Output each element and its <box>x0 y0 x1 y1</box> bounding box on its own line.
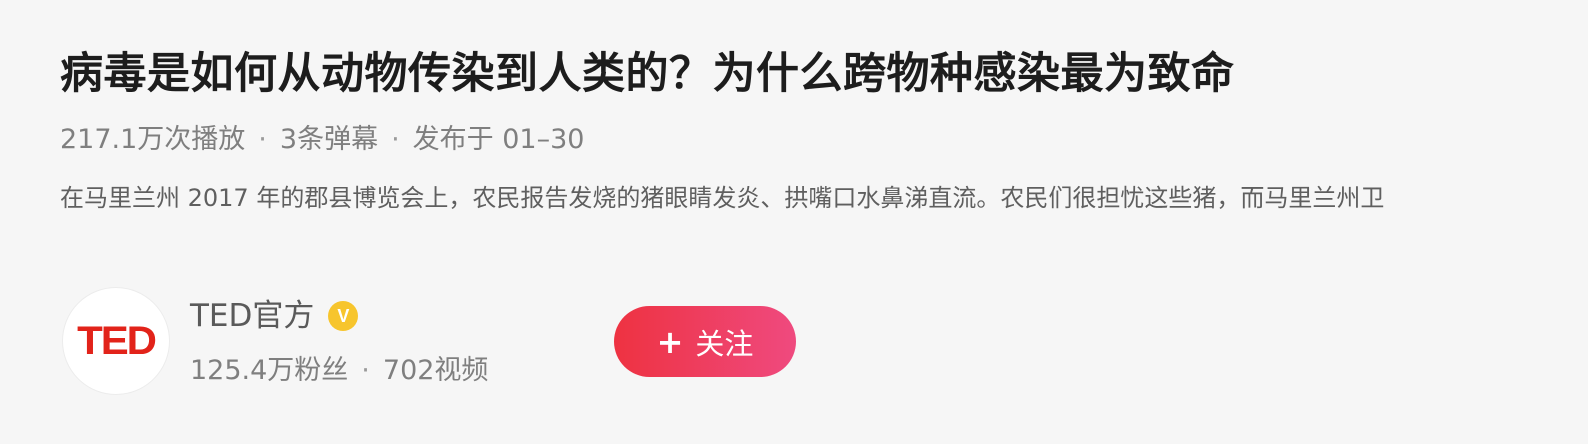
danmaku-count: 3条弹幕 <box>279 124 379 155</box>
author-stats: 125.4万粉丝 · 702视频 <box>190 351 488 391</box>
follow-button[interactable]: + 关注 <box>614 306 796 377</box>
author-name[interactable]: TED官方 <box>190 295 314 337</box>
video-meta: 217.1万次播放 · 3条弹幕 · 发布于 01–30 <box>60 120 584 160</box>
verified-badge-icon: V <box>328 301 359 331</box>
plus-icon: + <box>656 322 684 361</box>
video-description[interactable]: 在马里兰州 2017 年的郡县博览会上，农民报告发烧的猪眼睛发炎、拱嘴口水鼻涕直… <box>60 178 1588 218</box>
fans-count: 125.4万粉丝 <box>190 355 349 386</box>
video-info-page: 病毒是如何从动物传染到人类的？为什么跨物种感染最为致命 217.1万次播放 · … <box>0 0 1588 444</box>
play-count: 217.1万次播放 <box>60 124 246 155</box>
video-title: 病毒是如何从动物传染到人类的？为什么跨物种感染最为致命 <box>60 49 1235 99</box>
publish-date: 发布于 01–30 <box>412 124 585 155</box>
video-count: 702视频 <box>382 355 489 386</box>
avatar[interactable]: TED <box>62 287 170 395</box>
author-name-row: TED官方 V <box>190 295 359 337</box>
meta-separator: · <box>391 124 400 155</box>
follow-label: 关注 <box>695 326 754 361</box>
meta-separator: · <box>258 124 267 155</box>
stats-separator: · <box>361 355 370 386</box>
ted-logo: TED <box>77 318 157 363</box>
